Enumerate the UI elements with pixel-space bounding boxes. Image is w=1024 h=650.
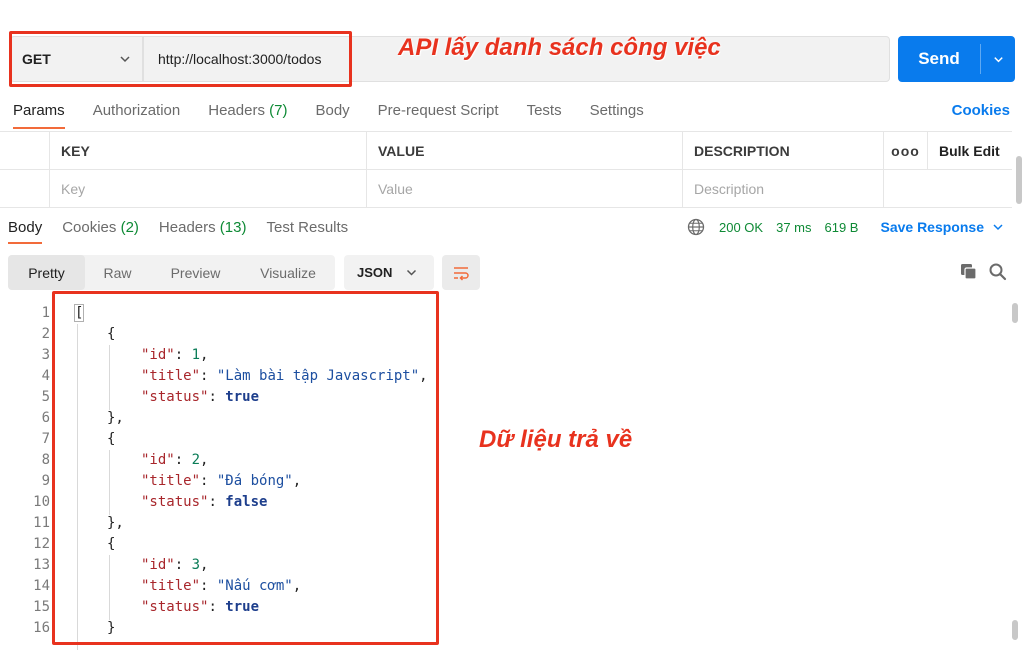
wrap-lines-button[interactable]	[442, 255, 480, 290]
copy-icon[interactable]	[959, 262, 978, 281]
response-scrollbar[interactable]	[1012, 620, 1018, 640]
globe-icon[interactable]	[687, 218, 705, 236]
search-icon[interactable]	[988, 262, 1007, 281]
key-input[interactable]: Key	[50, 170, 367, 207]
description-input[interactable]: Description	[683, 170, 884, 207]
status-code[interactable]: 200 OK	[719, 220, 763, 235]
response-status: 200 OK 37 ms 619 B Save Response	[687, 218, 1004, 236]
row-checkbox-header	[0, 132, 50, 169]
tab-settings[interactable]: Settings	[590, 96, 644, 130]
tab-body[interactable]: Body	[315, 96, 349, 130]
send-options-button[interactable]	[981, 36, 1015, 82]
wrap-lines-icon	[454, 266, 469, 281]
view-mode-preview[interactable]: Preview	[150, 255, 241, 290]
line-number: 4	[41, 368, 50, 384]
line-number: 1	[41, 305, 50, 321]
tab-authorization[interactable]: Authorization	[93, 96, 181, 130]
tab-tests-label: Tests	[526, 102, 562, 119]
line-number: 7	[41, 431, 50, 447]
bulk-edit-button[interactable]: Bulk Edit	[928, 132, 1012, 169]
column-header-key: KEY	[50, 132, 367, 169]
view-mode-pretty[interactable]: Pretty	[8, 255, 85, 290]
tab-headers-count: (7)	[269, 102, 288, 119]
params-scrollbar[interactable]	[1016, 156, 1022, 204]
line-number: 15	[33, 599, 50, 615]
tab-response-headers-label: Headers	[158, 219, 216, 236]
tab-headers[interactable]: Headers (7)	[208, 96, 287, 130]
tab-response-headers[interactable]: Headers (13)	[159, 214, 247, 244]
annotation-box-request	[9, 31, 352, 87]
more-options-icon[interactable]: ooo	[884, 132, 928, 169]
response-tools	[959, 262, 1007, 281]
response-size[interactable]: 619 B	[825, 220, 859, 235]
line-number: 14	[33, 578, 50, 594]
tab-response-body-label: Body	[8, 219, 43, 236]
annotation-api-label: API lấy danh sách công việc	[398, 34, 721, 61]
line-number: 2	[41, 326, 50, 342]
tab-headers-label: Headers	[208, 102, 265, 119]
column-header-description: DESCRIPTION	[683, 132, 884, 169]
tab-response-headers-count: (13)	[219, 219, 247, 236]
params-table: KEY VALUE DESCRIPTION ooo Bulk Edit Key …	[0, 131, 1012, 208]
view-mode-visualize[interactable]: Visualize	[241, 255, 335, 290]
tab-test-results[interactable]: Test Results	[266, 214, 348, 244]
params-new-row: Key Value Description	[0, 170, 1012, 208]
line-number: 5	[41, 389, 50, 405]
format-select[interactable]: JSON	[344, 255, 434, 290]
view-mode-selector: Pretty Raw Preview Visualize	[8, 255, 335, 290]
chevron-down-icon	[993, 56, 1003, 62]
tab-settings-label: Settings	[589, 102, 644, 119]
line-number: 12	[33, 536, 50, 552]
line-number: 10	[33, 494, 50, 510]
tab-authorization-label: Authorization	[92, 102, 181, 119]
tab-tests[interactable]: Tests	[527, 96, 562, 130]
tab-response-cookies-count: (2)	[120, 219, 139, 236]
tab-response-cookies[interactable]: Cookies (2)	[62, 214, 139, 244]
params-header-row: KEY VALUE DESCRIPTION ooo Bulk Edit	[0, 132, 1012, 170]
annotation-response-label: Dữ liệu trả về	[479, 426, 633, 453]
send-label: Send	[918, 49, 960, 68]
tab-response-cookies-label: Cookies	[62, 219, 117, 236]
chevron-down-icon	[993, 224, 1003, 231]
response-time[interactable]: 37 ms	[776, 220, 811, 235]
format-label: JSON	[357, 265, 393, 280]
column-header-value: VALUE	[367, 132, 683, 169]
save-response-button[interactable]: Save Response	[880, 219, 1004, 235]
line-number: 9	[41, 473, 50, 489]
line-number: 6	[41, 410, 50, 426]
tab-prerequest-label: Pre-request Script	[377, 102, 499, 119]
tab-body-label: Body	[315, 102, 350, 119]
tab-test-results-label: Test Results	[266, 219, 349, 236]
line-number: 8	[41, 452, 50, 468]
response-tabs: Body Cookies (2) Headers (13) Test Resul…	[0, 214, 368, 244]
save-response-label: Save Response	[880, 219, 984, 235]
tab-params-label: Params	[13, 102, 65, 119]
chevron-down-icon	[407, 269, 417, 276]
value-input[interactable]: Value	[367, 170, 683, 207]
view-mode-raw[interactable]: Raw	[85, 255, 150, 290]
line-number: 11	[33, 515, 50, 531]
request-tabs: Params Authorization Headers (7) Body Pr…	[0, 96, 1024, 130]
response-scrollbar[interactable]	[1012, 303, 1018, 323]
line-number: 16	[33, 620, 50, 636]
send-button[interactable]: Send	[898, 36, 1015, 82]
tab-response-body[interactable]: Body	[0, 214, 43, 244]
line-number: 3	[41, 347, 50, 363]
cookies-link[interactable]: Cookies	[952, 102, 1010, 119]
line-number: 13	[33, 557, 50, 573]
annotation-box-response	[52, 291, 439, 645]
tab-params[interactable]: Params	[13, 96, 65, 130]
tab-prerequest-script[interactable]: Pre-request Script	[378, 96, 499, 130]
row-checkbox[interactable]	[0, 170, 50, 207]
params-spacer	[884, 170, 1012, 207]
